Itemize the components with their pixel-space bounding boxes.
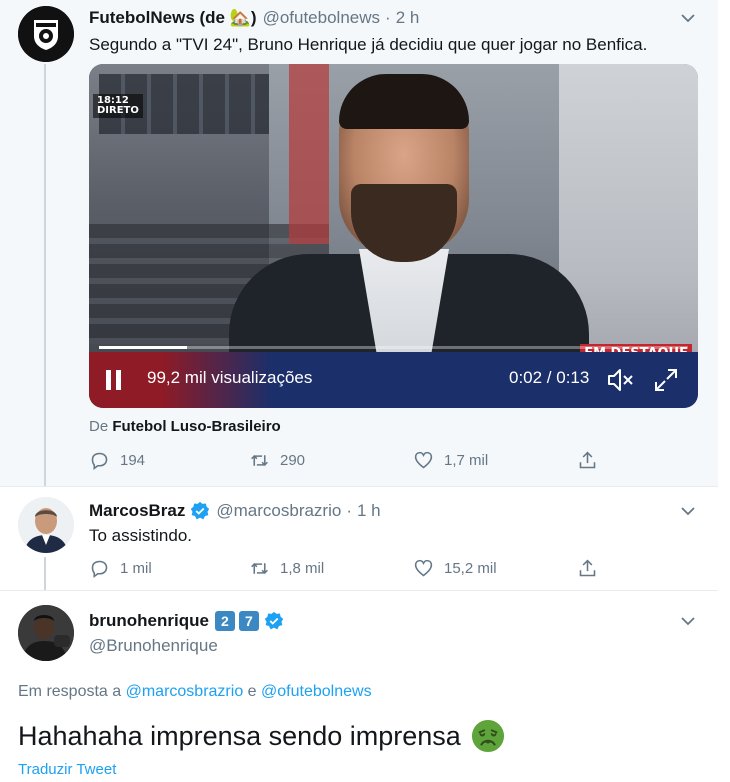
reply-button[interactable]: 1 mil [89, 558, 249, 579]
clock-label: DIRETO [97, 105, 139, 116]
separator-dot: · [385, 8, 391, 27]
user-photo-icon [18, 497, 74, 553]
replying-to: Em resposta a @marcosbrazrio e @ofutebol… [18, 683, 372, 701]
keycap-emoji: 2 [214, 611, 235, 631]
pause-icon[interactable] [103, 368, 125, 392]
reply-count: 1 mil [120, 560, 152, 577]
source-prefix: De [89, 418, 109, 435]
retweet-button[interactable]: 1,8 mil [249, 558, 413, 579]
mute-icon[interactable] [606, 367, 636, 393]
share-icon [579, 559, 596, 577]
thread-line [44, 64, 46, 486]
fullscreen-icon[interactable] [653, 367, 679, 393]
mention-link[interactable]: @ofutebolnews [261, 683, 372, 700]
retweet-icon [251, 455, 268, 466]
source-name[interactable]: Futebol Luso-Brasileiro [112, 418, 280, 435]
tweet-text: Segundo a "TVI 24", Bruno Henrique já de… [89, 35, 648, 54]
reply-count: 194 [120, 452, 146, 469]
verified-badge-icon [191, 501, 210, 520]
reply-icon [91, 560, 108, 578]
retweet-icon [251, 563, 268, 574]
replying-conjunction: e [247, 683, 257, 700]
author-name[interactable]: FutebolNews (de 🏡) [89, 8, 257, 28]
chevron-down-icon[interactable] [680, 613, 696, 629]
video-player[interactable]: 18:12 DIRETO EM DESTAQUE 99,2 mil visual… [89, 64, 698, 408]
mention-link[interactable]: @marcosbrazrio [126, 683, 244, 700]
video-view-count: 99,2 mil visualizações [147, 368, 313, 387]
author-handle[interactable]: @ofutebolnews [263, 8, 380, 28]
like-button[interactable]: 15,2 mil [413, 558, 577, 579]
chevron-down-icon[interactable] [680, 503, 696, 519]
keycap-emoji: 7 [238, 611, 259, 631]
tweet-marcosbraz[interactable]: MarcosBraz @marcosbrazrio · 1 h To assis… [0, 486, 718, 591]
reply-icon [91, 452, 108, 470]
video-progress-fill [99, 346, 188, 349]
video-time: 0:02 / 0:13 [509, 368, 590, 387]
share-icon [579, 451, 596, 469]
video-controls: 99,2 mil visualizações 0:02 / 0:13 [89, 352, 698, 408]
retweet-button[interactable]: 290 [249, 450, 413, 471]
share-button[interactable] [577, 558, 598, 579]
video-progress-bar[interactable] [99, 346, 688, 349]
like-button[interactable]: 1,7 mil [413, 450, 577, 471]
tweet-time[interactable]: 1 h [357, 501, 381, 521]
avatar-futebolnews[interactable] [18, 6, 74, 62]
heart-icon [414, 451, 433, 469]
like-count: 15,2 mil [444, 560, 497, 577]
nauseated-face-emoji-icon [471, 719, 504, 753]
retweet-count: 290 [280, 452, 306, 469]
avatar-marcosbraz[interactable] [18, 497, 74, 553]
retweet-count: 1,8 mil [280, 560, 325, 577]
chevron-down-icon[interactable] [680, 10, 696, 26]
separator-dot: · [346, 501, 352, 520]
author-name[interactable]: brunohenrique [89, 611, 209, 631]
video-channel-clock: 18:12 DIRETO [93, 94, 143, 118]
author-handle[interactable]: @marcosbrazrio [216, 501, 341, 521]
avatar-brunohenrique[interactable] [18, 605, 74, 661]
tweet-brunohenrique[interactable]: brunohenrique 2 7 @Brunohenrique Em resp… [0, 590, 718, 782]
translate-tweet-link[interactable]: Traduzir Tweet [18, 761, 116, 778]
video-source[interactable]: De Futebol Luso-Brasileiro [89, 418, 281, 435]
reply-button[interactable]: 194 [89, 450, 249, 471]
author-name[interactable]: MarcosBraz [89, 501, 185, 521]
tweet-text: Hahahaha imprensa sendo imprensa [18, 720, 461, 751]
tweet-time[interactable]: 2 h [396, 8, 420, 28]
video-frame-hair [339, 74, 469, 129]
thread-line [44, 557, 46, 591]
tweet-text: To assistindo. [89, 526, 192, 545]
replying-prefix: Em resposta a [18, 683, 122, 700]
tweet-text-row: Hahahaha imprensa sendo imprensa [18, 719, 505, 753]
tweet-futebolnews[interactable]: FutebolNews (de 🏡) @ofutebolnews · 2 h S… [0, 0, 718, 486]
user-photo-icon [18, 605, 74, 661]
video-frame-wall [289, 64, 329, 244]
heart-icon [414, 559, 433, 577]
futebolnews-logo-icon [18, 6, 74, 62]
author-handle[interactable]: @Brunohenrique [89, 636, 218, 656]
like-count: 1,7 mil [444, 452, 489, 469]
share-button[interactable] [577, 450, 598, 471]
verified-badge-icon [264, 611, 284, 630]
